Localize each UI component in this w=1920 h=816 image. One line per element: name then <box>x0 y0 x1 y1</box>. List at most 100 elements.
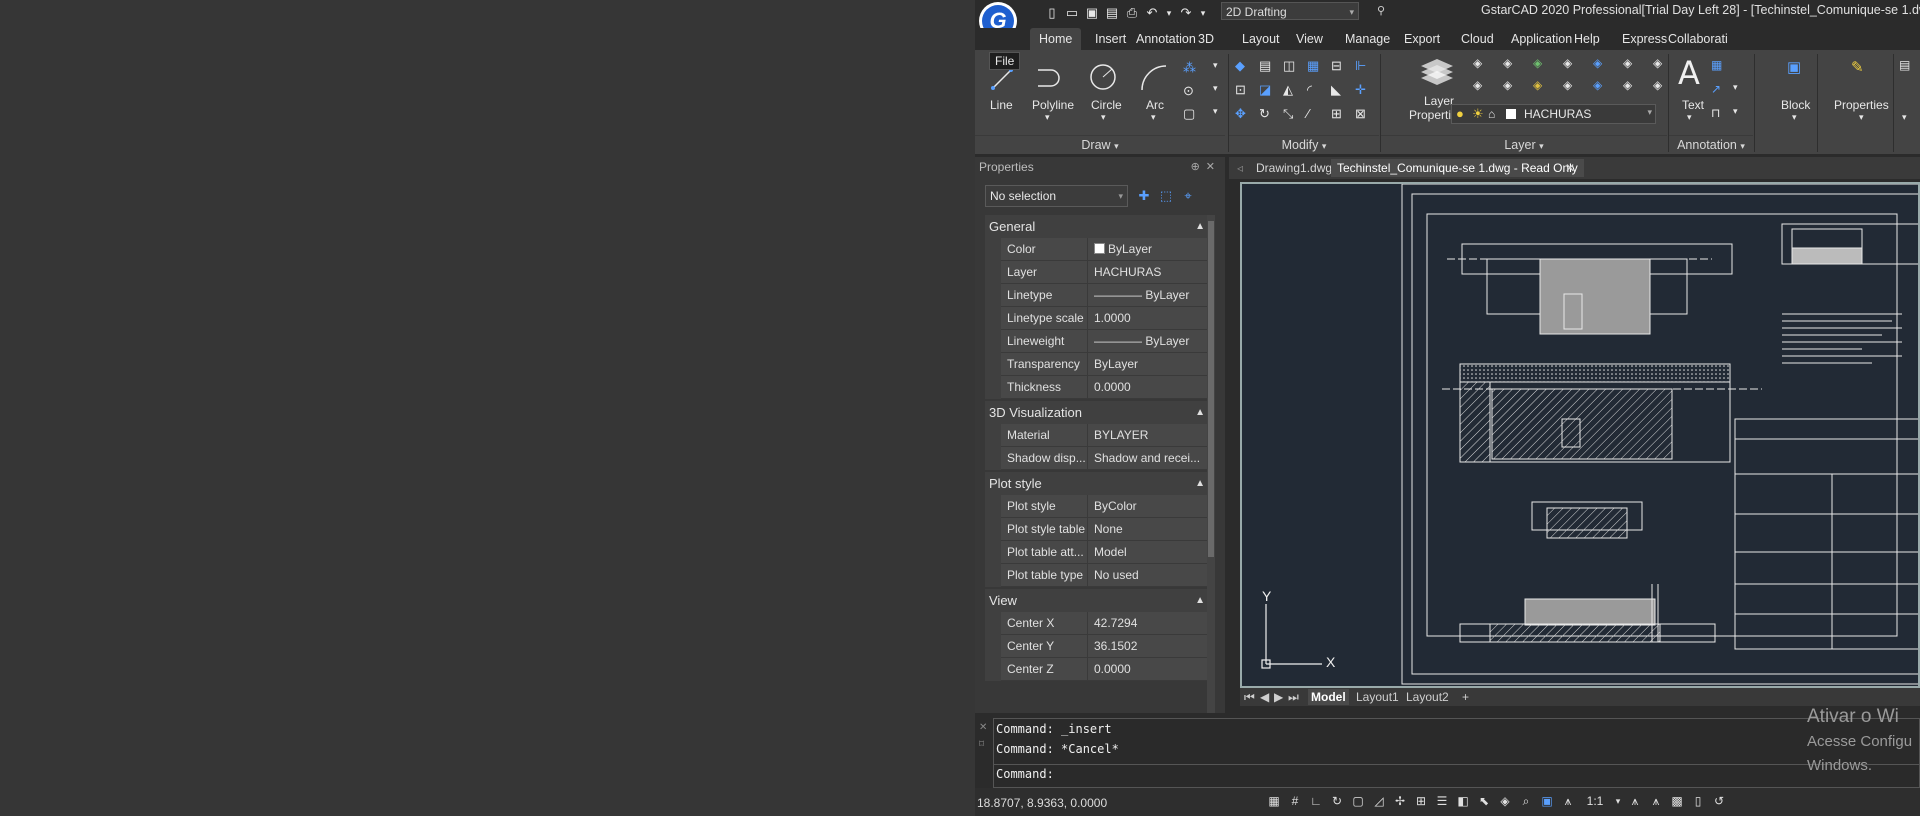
options-icon[interactable]: ⌑ <box>979 739 987 750</box>
tab-manage[interactable]: Manage <box>1336 28 1399 50</box>
extend-icon[interactable]: ⁄ <box>1307 106 1323 122</box>
osnap-icon[interactable]: ▢ <box>1351 794 1365 808</box>
workspace-select[interactable]: 2D Drafting ▾ <box>1221 2 1359 20</box>
prop-value[interactable]: 42.7294 <box>1087 612 1213 635</box>
block-button[interactable]: Block <box>1781 98 1810 112</box>
tab-cloud[interactable]: Cloud <box>1452 28 1503 50</box>
grid-icon[interactable]: ▦ <box>1267 794 1281 808</box>
prop-row-transparency[interactable]: Transparency ByLayer <box>985 353 1213 376</box>
rotate-icon[interactable]: ↻ <box>1259 106 1275 122</box>
print-icon[interactable]: ⎙ <box>1125 6 1139 20</box>
prop-row-linetype-scale[interactable]: Linetype scale 1.0000 <box>985 307 1213 330</box>
line-button[interactable]: Line <box>990 98 1013 112</box>
join-icon[interactable]: ⤡ <box>1283 106 1299 122</box>
line-icon[interactable] <box>991 68 1013 90</box>
prev-layout-icon[interactable]: ◀ <box>1260 689 1269 705</box>
tab-help[interactable]: Help <box>1565 28 1609 50</box>
hatch-icon[interactable]: ⁂ <box>1183 60 1199 76</box>
layer-state-icon[interactable]: ◈ <box>1473 56 1489 72</box>
layer-on-icon[interactable]: ◈ <box>1593 78 1609 94</box>
pin-icon[interactable]: ⊕ <box>1191 161 1206 173</box>
redo-icon[interactable]: ↷ <box>1179 6 1193 20</box>
prop-value[interactable]: ———— ByLayer <box>1087 284 1213 307</box>
prop-row-layer[interactable]: Layer HACHURAS <box>985 261 1213 284</box>
close-tab-icon[interactable]: ✕ <box>1559 159 1581 177</box>
properties-button[interactable]: Properties <box>1834 98 1889 112</box>
block-icon[interactable]: ▣ <box>1787 58 1803 76</box>
otrack-icon[interactable]: ◿ <box>1372 794 1386 808</box>
annotation-visibility-icon[interactable]: ⩚ <box>1628 794 1642 808</box>
drawing-canvas[interactable]: Y X <box>1240 182 1920 688</box>
text-dropdown-icon[interactable]: ▾ <box>1687 112 1692 123</box>
leader-icon[interactable]: ↗ <box>1711 82 1727 98</box>
break-icon[interactable]: ⊠ <box>1355 106 1371 122</box>
close-icon[interactable]: ✕ <box>979 722 987 733</box>
move-icon[interactable]: ✥ <box>1235 106 1251 122</box>
prop-row-shadow[interactable]: Shadow disp... Shadow and recei... <box>985 447 1213 470</box>
new-file-icon[interactable]: ▯ <box>1045 6 1059 20</box>
arc-icon[interactable] <box>1139 62 1169 92</box>
layer-off-icon[interactable]: ◈ <box>1593 56 1609 72</box>
doc-tab-drawing1[interactable]: Drawing1.dwg <box>1250 159 1338 177</box>
scrollbar-thumb[interactable] <box>1208 221 1214 557</box>
prop-value[interactable]: No used <box>1087 564 1213 587</box>
hardware-accel-icon[interactable]: ▩ <box>1670 794 1684 808</box>
prop-value[interactable]: HACHURAS <box>1087 261 1213 284</box>
dimension-dropdown-icon[interactable]: ▾ <box>1733 106 1738 117</box>
prop-value[interactable]: BYLAYER <box>1087 424 1213 447</box>
align-icon[interactable]: ⊩ <box>1355 58 1371 74</box>
explode-icon[interactable]: ⊞ <box>1331 106 1347 122</box>
prop-row-thickness[interactable]: Thickness 0.0000 <box>985 376 1213 399</box>
leader-dropdown-icon[interactable]: ▾ <box>1733 82 1738 93</box>
properties-dropdown-icon[interactable]: ▾ <box>1859 112 1864 123</box>
utilities-dropdown-icon[interactable]: ▾ <box>1902 112 1907 123</box>
prop-row-linetype[interactable]: Linetype ———— ByLayer <box>985 284 1213 307</box>
quick-select-icon[interactable]: ⌖ <box>1179 187 1197 205</box>
arc-button[interactable]: Arc <box>1146 98 1164 112</box>
section-plot-style[interactable]: Plot style ▲ <box>985 472 1213 495</box>
layer-properties-icon[interactable] <box>1419 56 1455 86</box>
first-layout-icon[interactable]: ⏮ <box>1244 689 1255 705</box>
scale-dropdown-icon[interactable]: ▾ <box>1615 794 1621 808</box>
erase-icon[interactable]: ◆ <box>1235 58 1251 74</box>
undo-dropdown-icon[interactable]: ▾ <box>1165 6 1173 20</box>
refresh-icon[interactable]: ↺ <box>1712 794 1726 808</box>
table-icon[interactable]: ▦ <box>1711 58 1727 74</box>
select-objects-icon[interactable]: ⬚ <box>1157 187 1175 205</box>
panel-title-draw[interactable]: Draw ▾ <box>975 135 1225 154</box>
ortho-icon[interactable]: ∟ <box>1309 794 1323 808</box>
prop-row-center-x[interactable]: Center X 42.7294 <box>985 612 1213 635</box>
add-layout-button[interactable]: + <box>1462 689 1469 705</box>
undo-icon[interactable]: ↶ <box>1145 6 1159 20</box>
block-dropdown-icon[interactable]: ▾ <box>1792 112 1797 123</box>
layer-walk-icon[interactable]: ◈ <box>1653 56 1669 72</box>
transparency-icon[interactable]: ◧ <box>1456 794 1470 808</box>
prop-value[interactable]: None <box>1087 518 1213 541</box>
customize-qat-icon[interactable]: ⚲ <box>1377 4 1385 17</box>
prop-row-plot-style-table[interactable]: Plot style table None <box>985 518 1213 541</box>
layer-merge-icon[interactable]: ◈ <box>1623 78 1639 94</box>
save-as-icon[interactable]: ▤ <box>1105 6 1119 20</box>
panel-title-modify[interactable]: Modify ▾ <box>1229 135 1379 154</box>
dynamic-input-icon[interactable]: ⊞ <box>1414 794 1428 808</box>
command-window[interactable]: Command: _insert Command: *Cancel* Comma… <box>993 718 1920 788</box>
draw-more-dropdown-icon[interactable]: ▾ <box>1213 60 1218 71</box>
layout-tab-layout2[interactable]: Layout2 <box>1406 689 1449 705</box>
layer-prev-icon[interactable]: ◈ <box>1473 78 1489 94</box>
prop-row-center-z[interactable]: Center Z 0.0000 <box>985 658 1213 681</box>
layer-dropdown[interactable]: ● ☀ ⌂ HACHURAS ▾ <box>1451 104 1656 124</box>
prop-value[interactable]: ———— ByLayer <box>1087 330 1213 353</box>
layer-properties-label-1[interactable]: Layer <box>1424 94 1454 108</box>
save-icon[interactable]: ▣ <box>1085 6 1099 20</box>
tab-view[interactable]: View <box>1287 28 1332 50</box>
annotation-scale-icon[interactable]: ⩚ <box>1561 794 1575 808</box>
zoom-icon[interactable]: ⌕ <box>1519 794 1533 808</box>
panel-title-annotation[interactable]: Annotation ▾ <box>1669 135 1753 154</box>
fillet-icon[interactable]: ◜ <box>1307 82 1323 98</box>
prop-value[interactable]: 0.0000 <box>1087 376 1213 399</box>
properties-icon[interactable]: ✎ <box>1851 58 1867 76</box>
selection-dropdown[interactable]: No selection ▾ <box>985 185 1128 207</box>
prop-value[interactable]: 1.0000 <box>1087 307 1213 330</box>
prop-row-plot-table-attached[interactable]: Plot table att... Model <box>985 541 1213 564</box>
section-view[interactable]: View ▲ <box>985 589 1213 612</box>
